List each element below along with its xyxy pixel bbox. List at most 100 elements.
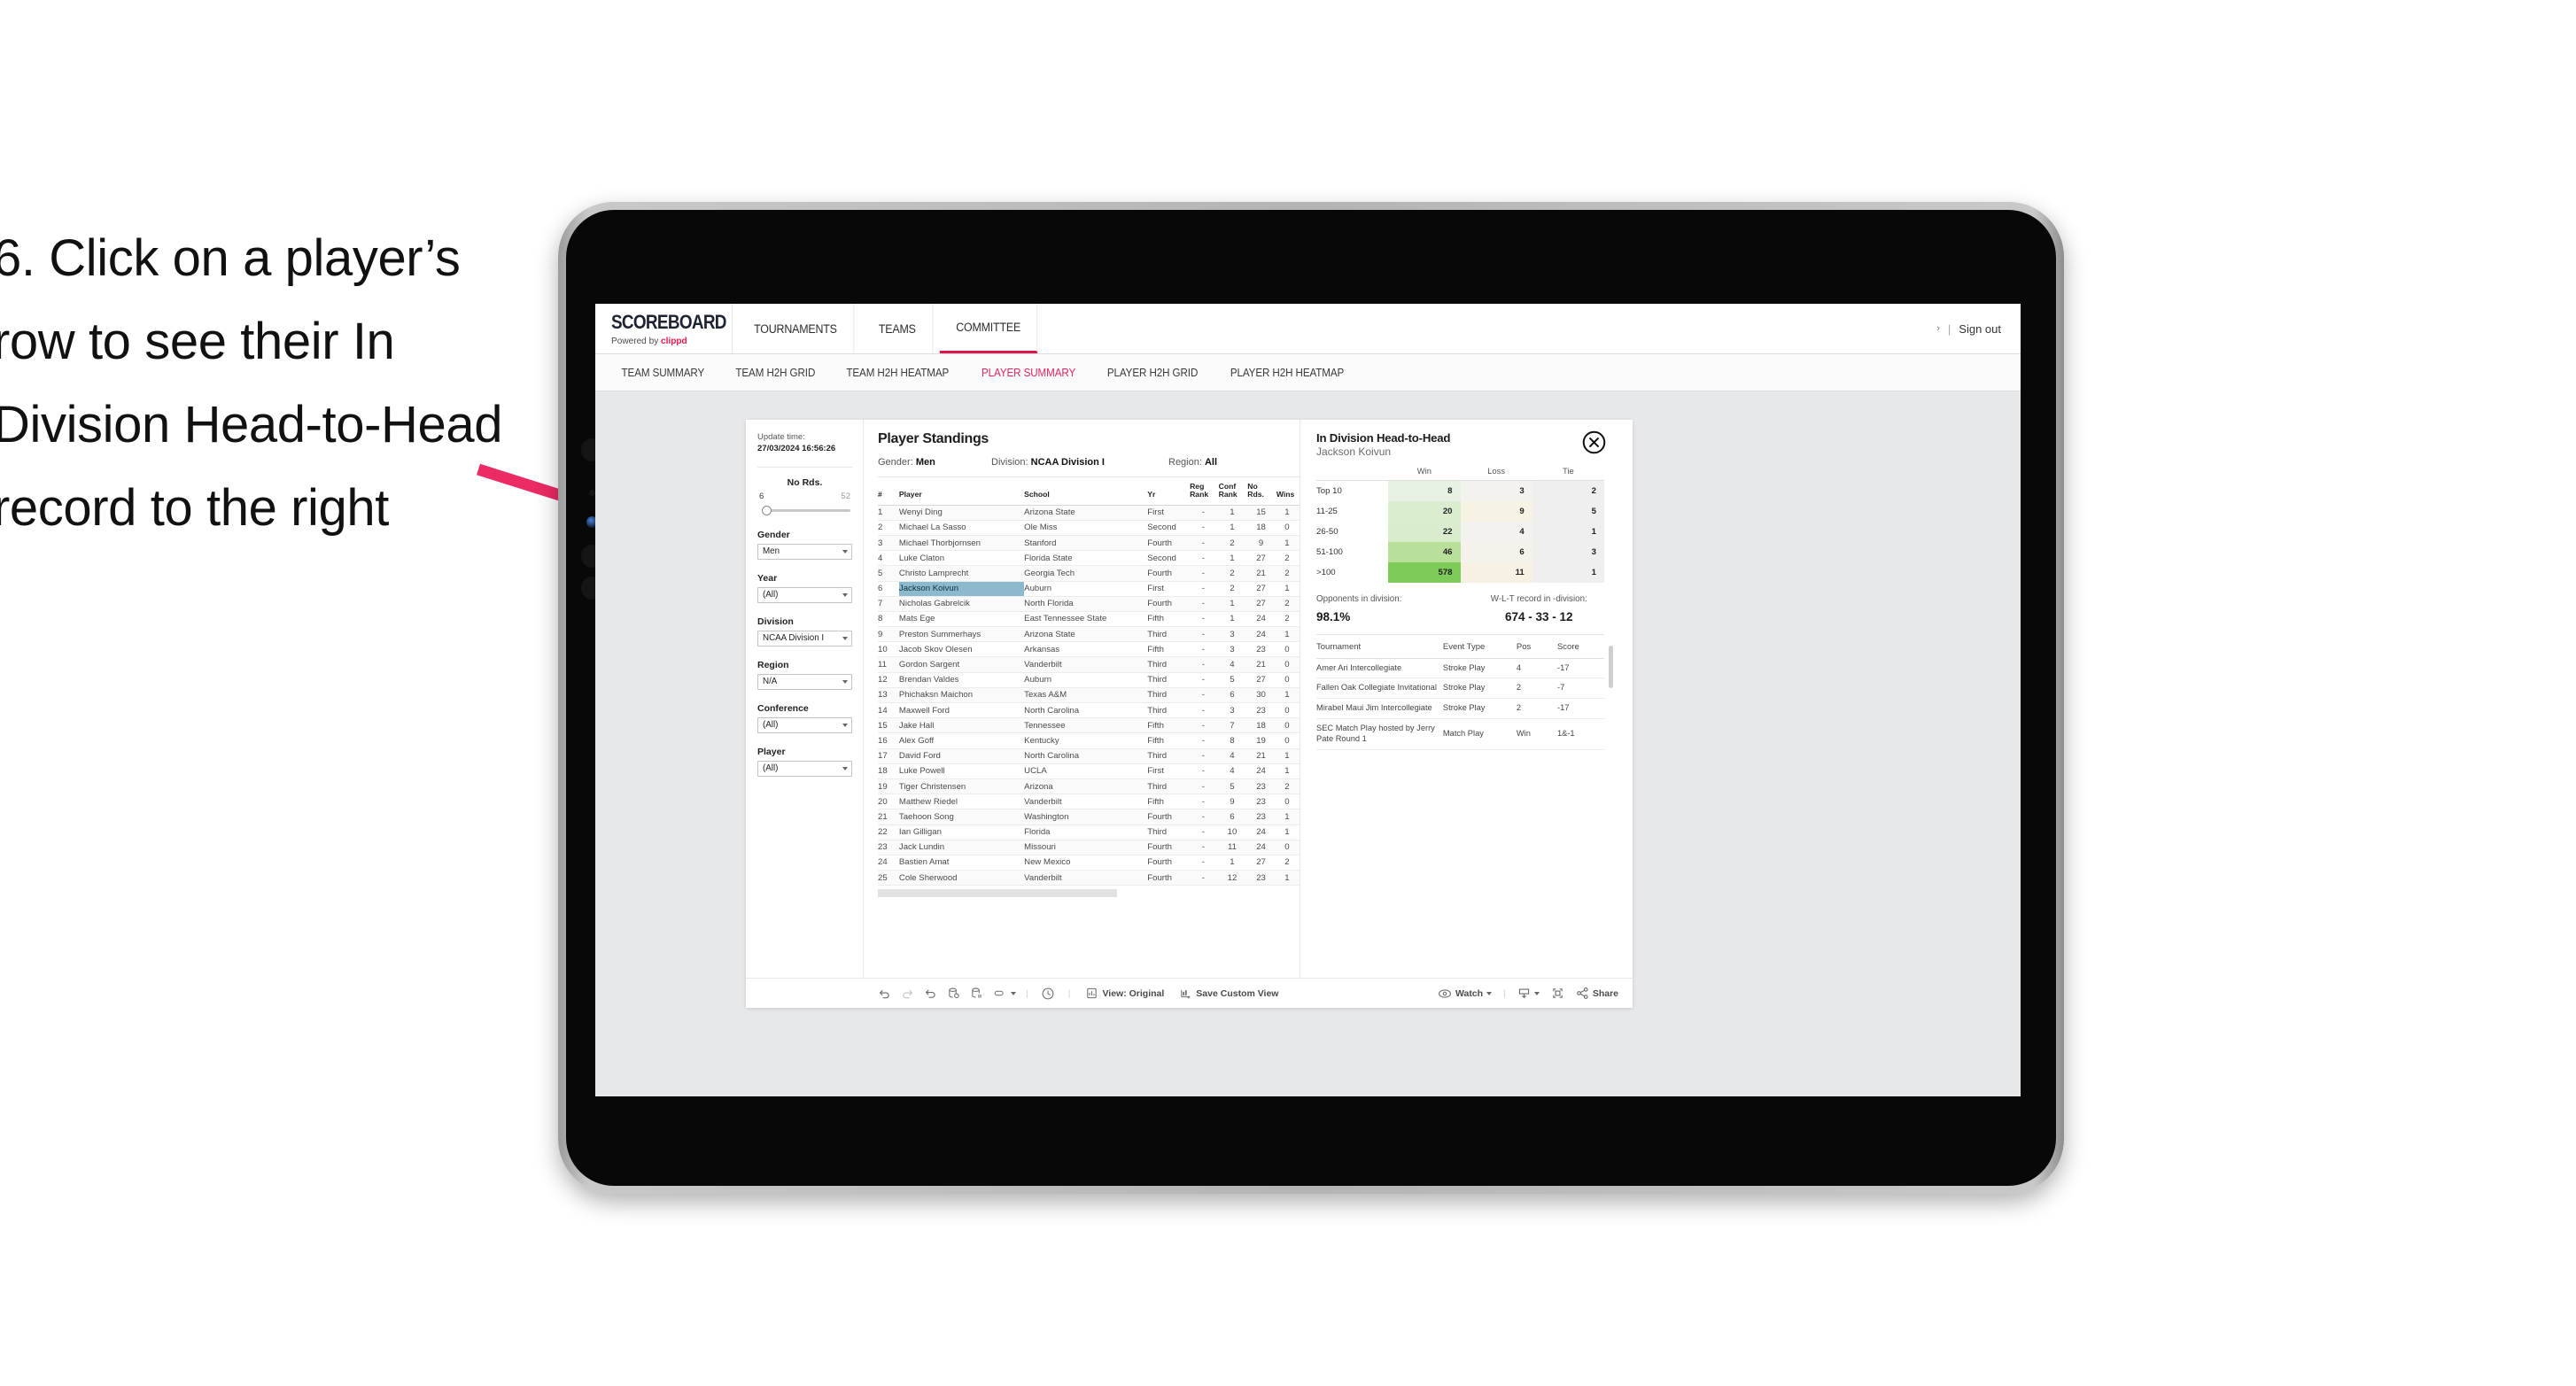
col-reg-rank[interactable]: Reg Rank	[1190, 477, 1219, 506]
col-pos[interactable]: Pos	[1516, 636, 1557, 659]
sign-out-link[interactable]: Sign out	[1959, 322, 2001, 336]
table-row[interactable]: 10 Jacob Skov Olesen Arkansas Fifth -3 23 0	[878, 641, 1300, 658]
table-row[interactable]: 9 Preston Summerhays Arizona State Third -3 2…	[878, 626, 1300, 643]
col-wins[interactable]: Wins	[1276, 477, 1300, 506]
heatmap-row-label: >100	[1316, 567, 1336, 577]
subscribe-clock-icon[interactable]	[1041, 987, 1055, 1001]
table-row[interactable]: 7 Nicholas Gabrelcik North Florida Fourth -1…	[878, 596, 1300, 612]
table-row[interactable]: 17 David Ford North Carolina Third -4 21 1	[878, 748, 1300, 764]
table-row[interactable]: 5 Christo Lamprecht Georgia Tech Fourth -2 21…	[878, 565, 1300, 582]
cell-conf-rank: 3	[1218, 626, 1248, 643]
table-row[interactable]: 20 Matthew Riedel Vanderbilt Fifth -9 23 0	[878, 794, 1300, 810]
filter-region-select[interactable]: N/A	[757, 673, 852, 690]
download-button[interactable]	[1517, 987, 1540, 1000]
revert-icon[interactable]	[924, 987, 937, 1000]
col-tournament[interactable]: Tournament	[1316, 636, 1443, 659]
table-row[interactable]: 24 Bastien Amat New Mexico Fourth -1 27 2	[878, 855, 1300, 871]
close-circle-icon[interactable]	[1582, 430, 1606, 454]
share-button[interactable]: Share	[1576, 987, 1618, 1000]
filter-year-select[interactable]: (All)	[757, 586, 852, 603]
tab-player-h2h-heatmap[interactable]: PLAYER H2H HEATMAP	[1219, 367, 1355, 379]
table-row[interactable]: 12 Brendan Valdes Auburn Third -5 27 0	[878, 672, 1300, 688]
watch-button[interactable]: Watch	[1438, 987, 1493, 1000]
cell-rank: 14	[878, 702, 899, 719]
tab-team-h2h-heatmap[interactable]: TEAM H2H HEATMAP	[835, 367, 961, 379]
tournament-row[interactable]: Mirabel Maui Jim Intercollegiate Stroke P…	[1316, 698, 1604, 720]
table-row[interactable]: 6 Jackson Koivun Auburn First -2 27 1	[878, 581, 1300, 597]
heatmap-cell-win[interactable]: 8	[1388, 480, 1461, 501]
table-row[interactable]: 11 Gordon Sargent Vanderbilt Third -4 21 0	[878, 656, 1300, 673]
col-event-type[interactable]: Event Type	[1442, 636, 1517, 659]
col-school[interactable]: School	[1024, 477, 1148, 506]
table-row[interactable]: 14 Maxwell Ford North Carolina Third -3 23 0	[878, 702, 1300, 719]
heatmap-cell-loss[interactable]: 9	[1460, 500, 1532, 522]
undo-icon[interactable]	[878, 987, 891, 1000]
table-row[interactable]: 8 Mats Ege East Tennessee State Fifth -1 24 2	[878, 611, 1300, 628]
heatmap-cell-loss[interactable]: 4	[1460, 521, 1532, 542]
cell-reg-rank: -	[1190, 520, 1219, 536]
table-row[interactable]: 2 Michael La Sasso Ole Miss Second -1 18 0	[878, 520, 1300, 536]
topnav-committee[interactable]: COMMITTEE	[940, 304, 1038, 353]
tab-team-summary[interactable]: TEAM SUMMARY	[610, 367, 717, 379]
heatmap-cell-tie[interactable]: 1	[1532, 561, 1604, 583]
col-conf-rank[interactable]: Conf Rank	[1218, 477, 1248, 506]
table-row[interactable]: 21 Taehoon Song Washington Fourth -6 23 1	[878, 809, 1300, 825]
table-row[interactable]: 18 Luke Powell UCLA First -4 24 1	[878, 763, 1300, 779]
table-row[interactable]: 1 Wenyi Ding Arizona State First -1 15 1	[878, 505, 1300, 521]
tournament-scrollbar[interactable]	[1609, 646, 1613, 688]
table-row[interactable]: 3 Michael Thorbjornsen Stanford Fourth -2 9 1	[878, 535, 1300, 552]
tab-team-h2h-grid[interactable]: TEAM H2H GRID	[724, 367, 826, 379]
scoreboard-logo[interactable]: SCOREBOARD Powered by clippd	[595, 304, 733, 353]
heatmap-cell-tie[interactable]: 3	[1532, 541, 1604, 562]
cell-year: Third	[1147, 687, 1191, 704]
table-row[interactable]: 25 Cole Sherwood Vanderbilt Fourth -12 23 1	[878, 870, 1300, 887]
tournament-row[interactable]: SEC Match Play hosted by Jerry Pate Roun…	[1316, 718, 1604, 750]
heatmap-cell-loss[interactable]: 11	[1460, 561, 1532, 583]
redo-icon[interactable]	[901, 987, 914, 1000]
heatmap-cell-win[interactable]: 20	[1388, 500, 1461, 522]
fullscreen-icon[interactable]	[1551, 987, 1564, 1000]
heatmap-cell-win[interactable]: 22	[1388, 521, 1461, 542]
filter-gender-select[interactable]: Men	[757, 543, 852, 560]
tournament-row[interactable]: Amer Ari Intercollegiate Stroke Play 4 -17	[1316, 658, 1604, 679]
heatmap-cell-loss[interactable]: 6	[1460, 541, 1532, 562]
table-row[interactable]: 23 Jack Lundin Missouri Fourth -11 24 0	[878, 840, 1300, 856]
horizontal-scrollbar[interactable]	[878, 889, 1117, 898]
tab-player-summary[interactable]: PLAYER SUMMARY	[970, 367, 1087, 379]
tournament-row[interactable]: Fallen Oak Collegiate Invitational Stroke…	[1316, 678, 1604, 700]
filter-conference-select[interactable]: (All)	[757, 716, 852, 733]
save-custom-view-button[interactable]: Save Custom View	[1179, 987, 1278, 1000]
cell-tournament: Mirabel Maui Jim Intercollegiate	[1316, 698, 1443, 720]
topnav-tournaments[interactable]: TOURNAMENTS	[738, 304, 855, 353]
heatmap-cell-tie[interactable]: 2	[1532, 480, 1604, 501]
heatmap-cell-tie[interactable]: 1	[1532, 521, 1604, 542]
heatmap-cell-tie[interactable]: 5	[1532, 500, 1604, 522]
heatmap-cell-loss[interactable]: 3	[1460, 480, 1532, 501]
account-chevron-icon[interactable]: ›	[1936, 323, 1940, 334]
filter-player-select[interactable]: (All)	[757, 760, 852, 777]
heatmap-cell-win[interactable]: 578	[1388, 561, 1461, 583]
slider-handle[interactable]	[762, 505, 772, 515]
topnav-teams[interactable]: TEAMS	[862, 304, 933, 353]
refresh-data-icon[interactable]	[947, 987, 960, 1000]
col-rank[interactable]: #	[878, 477, 899, 506]
cell-no-rds: 15	[1247, 505, 1276, 521]
view-original-button[interactable]: View: Original	[1085, 987, 1164, 1000]
col-player[interactable]: Player	[898, 477, 1025, 506]
col-no-rds[interactable]: No Rds.	[1247, 477, 1276, 506]
col-score[interactable]: Score	[1556, 636, 1604, 659]
table-row[interactable]: 22 Ian Gilligan Florida Third -10 24 1	[878, 825, 1300, 840]
cell-year: Third	[1147, 825, 1191, 840]
alerts-icon[interactable]	[993, 987, 1016, 1000]
table-row[interactable]: 15 Jake Hall Tennessee Fifth -7 18 0	[878, 717, 1300, 734]
filter-division-select[interactable]: NCAA Division I	[757, 630, 852, 647]
table-row[interactable]: 4 Luke Claton Florida State Second -1 27 2	[878, 550, 1300, 567]
heatmap-cell-win[interactable]: 46	[1388, 541, 1461, 562]
tab-player-h2h-grid[interactable]: PLAYER H2H GRID	[1096, 367, 1209, 379]
table-row[interactable]: 19 Tiger Christensen Arizona Third -5 23 2	[878, 778, 1300, 795]
col-year[interactable]: Yr	[1147, 477, 1191, 506]
table-row[interactable]: 16 Alex Goff Kentucky Fifth -8 19 0	[878, 732, 1300, 749]
pause-updates-icon[interactable]	[970, 987, 983, 1000]
no-rds-slider[interactable]	[757, 504, 852, 516]
table-row[interactable]: 13 Phichaksn Maichon Texas A&M Third -6 30 1	[878, 687, 1300, 704]
